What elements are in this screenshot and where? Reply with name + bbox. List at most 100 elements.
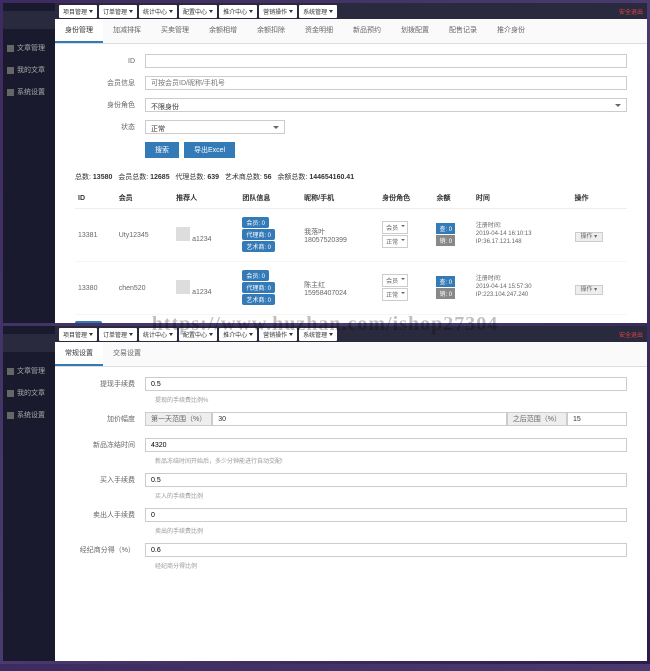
gear-icon bbox=[7, 412, 14, 419]
fee-input[interactable] bbox=[145, 377, 627, 391]
status-select[interactable]: 正常 bbox=[382, 288, 408, 301]
tab-identity[interactable]: 身份管理 bbox=[55, 19, 103, 43]
topnav-item[interactable]: 配置中心 bbox=[179, 5, 217, 18]
tab[interactable]: 余额相增 bbox=[199, 19, 247, 43]
logo bbox=[3, 334, 55, 352]
tab[interactable]: 配售记录 bbox=[439, 19, 487, 43]
badge: 会员: 0 bbox=[242, 217, 269, 228]
caret-icon bbox=[89, 10, 93, 13]
topnav-item[interactable]: 统计中心 bbox=[139, 5, 177, 18]
topnav-item[interactable]: 项目管理 bbox=[59, 5, 97, 18]
time-help: 新品冻结时间开始后，多少分钟能进行自动交配! bbox=[155, 456, 627, 465]
agent-help: 经纪商分得比例 bbox=[155, 561, 627, 570]
sidebar-label: 系统设置 bbox=[17, 87, 45, 97]
buy-label: 买入手续费 bbox=[75, 475, 145, 485]
col-member: 会员 bbox=[116, 188, 173, 209]
status-select[interactable]: 正常 bbox=[145, 120, 285, 134]
tab[interactable]: 划拨配置 bbox=[391, 19, 439, 43]
tab[interactable]: 买卖管理 bbox=[151, 19, 199, 43]
sidebar-item-settings[interactable]: 系统设置 bbox=[3, 404, 55, 426]
id-label: ID bbox=[75, 58, 145, 65]
avatar bbox=[176, 280, 190, 294]
caret-icon bbox=[209, 333, 213, 336]
tab-general[interactable]: 常规设置 bbox=[55, 342, 103, 366]
role-label: 身份角色 bbox=[75, 100, 145, 110]
status-select[interactable]: 正常 bbox=[382, 235, 408, 248]
sidebar: 文章管理 我的文章 系统设置 bbox=[3, 326, 55, 661]
tab[interactable]: 资金明细 bbox=[295, 19, 343, 43]
cell-member: Uty12345 bbox=[116, 209, 173, 262]
topnav-item[interactable]: 订单管理 bbox=[99, 328, 137, 341]
cell-ref: a1234 bbox=[173, 209, 239, 262]
time-input[interactable] bbox=[145, 438, 627, 452]
tab[interactable]: 加减排挥 bbox=[103, 19, 151, 43]
sidebar-label: 我的文章 bbox=[17, 65, 45, 75]
search-button[interactable]: 搜索 bbox=[145, 142, 179, 158]
topnav-item[interactable]: 营销操作 bbox=[259, 5, 297, 18]
sidebar-item-articles[interactable]: 文章管理 bbox=[3, 37, 55, 59]
agent-input[interactable] bbox=[145, 543, 627, 557]
caret-icon bbox=[169, 333, 173, 336]
bal-button[interactable]: 查: 0 bbox=[436, 223, 455, 234]
topnav-item[interactable]: 营销操作 bbox=[259, 328, 297, 341]
tab[interactable]: 新品预约 bbox=[343, 19, 391, 43]
badge: 会员: 0 bbox=[242, 270, 269, 281]
role-select[interactable]: 会员 bbox=[382, 221, 408, 234]
table-row: 13380chen520 a1234会员: 0代理商: 0艺术商: 0陈主红15… bbox=[75, 262, 627, 315]
summary-bar: 总数: 13580 会员总数: 12685 代理总数: 639 艺术商总数: 5… bbox=[75, 166, 627, 188]
topnav-item[interactable]: 配置中心 bbox=[179, 328, 217, 341]
logout-link[interactable]: 安全退出 bbox=[619, 330, 643, 339]
tab[interactable]: 推介身份 bbox=[487, 19, 535, 43]
badge: 代理商: 0 bbox=[242, 282, 275, 293]
topnav-item[interactable]: 推介中心 bbox=[219, 328, 257, 341]
role-select[interactable]: 不限身份 bbox=[145, 98, 627, 112]
role-select[interactable]: 会员 bbox=[382, 274, 408, 287]
bal-button[interactable]: 销: 0 bbox=[436, 288, 455, 299]
tab-trade[interactable]: 交易设置 bbox=[103, 342, 151, 366]
range-b-input[interactable]: 15 bbox=[567, 412, 627, 426]
sidebar-item-my[interactable]: 我的文章 bbox=[3, 59, 55, 81]
bal-button[interactable]: 查: 0 bbox=[436, 276, 455, 287]
caret-icon bbox=[169, 10, 173, 13]
cell-time: 注册时间:2019-04-14 15:57:30IP:223.104.247.2… bbox=[473, 262, 572, 315]
topbar: 项目管理 订单管理 统计中心 配置中心 推介中心 营销操作 系统管理 安全退出 bbox=[55, 3, 647, 19]
sell-help: 卖出的手续费比例 bbox=[155, 526, 627, 535]
cell-team: 会员: 0代理商: 0艺术商: 0 bbox=[239, 209, 301, 262]
bal-button[interactable]: 销: 0 bbox=[436, 235, 455, 246]
info-label: 会员信息 bbox=[75, 78, 145, 88]
cell-nick: 我落叶18057520399 bbox=[301, 209, 379, 262]
sidebar: 文章管理 我的文章 系统设置 bbox=[3, 3, 55, 323]
sidebar-label: 文章管理 bbox=[17, 43, 45, 53]
badge: 代理商: 0 bbox=[242, 229, 275, 240]
topnav-item[interactable]: 统计中心 bbox=[139, 328, 177, 341]
logo bbox=[3, 11, 55, 29]
doc-icon bbox=[7, 67, 14, 74]
caret-icon bbox=[129, 10, 133, 13]
topnav-item[interactable]: 订单管理 bbox=[99, 5, 137, 18]
topnav-item[interactable]: 推介中心 bbox=[219, 5, 257, 18]
fee-label: 提现手续费 bbox=[75, 379, 145, 389]
sidebar-item-my[interactable]: 我的文章 bbox=[3, 382, 55, 404]
caret-icon bbox=[329, 10, 333, 13]
buy-input[interactable] bbox=[145, 473, 627, 487]
topnav-item[interactable]: 系统管理 bbox=[299, 5, 337, 18]
col-bal: 余额 bbox=[433, 188, 472, 209]
op-button[interactable]: 操作 ▾ bbox=[575, 285, 604, 295]
sidebar-item-settings[interactable]: 系统设置 bbox=[3, 81, 55, 103]
tab[interactable]: 余额扣除 bbox=[247, 19, 295, 43]
logout-link[interactable]: 安全退出 bbox=[619, 7, 643, 16]
topnav-item[interactable]: 项目管理 bbox=[59, 328, 97, 341]
topnav-item[interactable]: 系统管理 bbox=[299, 328, 337, 341]
badge: 艺术商: 0 bbox=[242, 241, 275, 252]
info-input[interactable] bbox=[145, 76, 627, 90]
sell-label: 卖出人手续费 bbox=[75, 510, 145, 520]
sell-input[interactable] bbox=[145, 508, 627, 522]
cell-nick: 陈主红15958407024 bbox=[301, 262, 379, 315]
id-input[interactable] bbox=[145, 54, 627, 68]
col-nick: 昵称/手机 bbox=[301, 188, 379, 209]
sidebar-item-articles[interactable]: 文章管理 bbox=[3, 360, 55, 382]
range-a-input[interactable]: 30 bbox=[212, 412, 507, 426]
export-button[interactable]: 导出Excel bbox=[184, 142, 235, 158]
buy-help: 买入的手续费比例 bbox=[155, 491, 627, 500]
op-button[interactable]: 操作 ▾ bbox=[575, 232, 604, 242]
